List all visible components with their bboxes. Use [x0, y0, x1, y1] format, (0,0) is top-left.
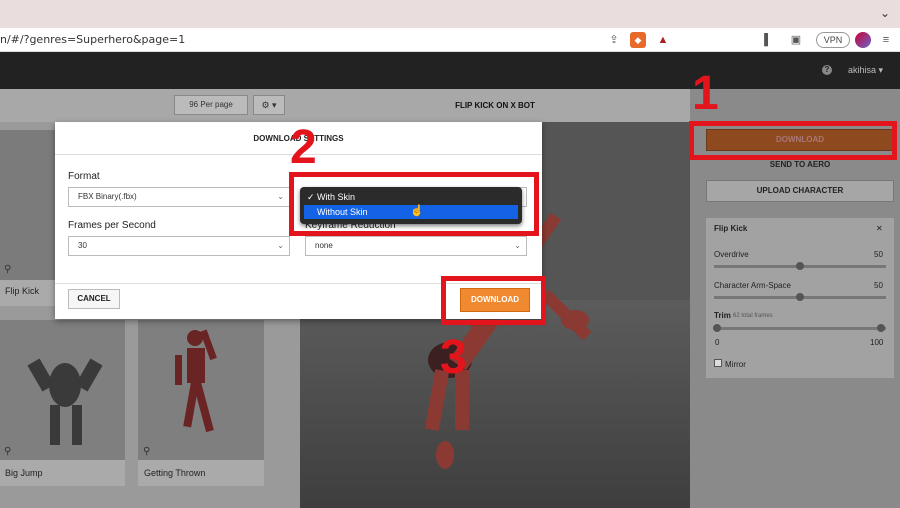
brave-shield-icon[interactable]: ◆ [630, 32, 646, 48]
wallet-icon[interactable]: ▣ [788, 32, 804, 48]
overdrive-label: Overdrive [714, 250, 749, 259]
browser-tab-strip: ⌄ [0, 0, 900, 28]
url-text[interactable]: n/#/?genres=Superhero&page=1 [0, 33, 185, 46]
trim-end-handle[interactable] [877, 324, 885, 332]
panel-title: Flip Kick [714, 224, 748, 233]
trim-slider[interactable] [714, 327, 886, 330]
keyframe-value: none [315, 241, 333, 250]
chevron-down-icon: ⌄ [277, 241, 284, 250]
overdrive-value: 50 [874, 250, 883, 259]
arm-space-slider-handle[interactable] [796, 293, 804, 301]
gear-icon[interactable]: ⚙ ▾ [253, 95, 285, 115]
profile-icon[interactable] [855, 32, 871, 48]
chevron-down-icon: ⌄ [277, 192, 284, 201]
format-select[interactable]: FBX Binary(.fbx) ⌄ [68, 187, 290, 207]
fps-label: Frames per Second [68, 220, 156, 231]
step-number-1: 1 [692, 67, 719, 120]
menu-icon[interactable]: ≡ [878, 32, 894, 48]
card-name[interactable]: Big Jump [5, 468, 43, 478]
arm-space-label: Character Arm-Space [714, 281, 791, 290]
per-page-select[interactable]: 96 Per page [174, 95, 248, 115]
rewards-icon[interactable]: ▲ [655, 32, 671, 48]
fps-select[interactable]: 30 ⌄ [68, 236, 290, 256]
character-thumbnail-icon [175, 329, 217, 433]
chevron-down-icon[interactable]: ⌄ [880, 6, 890, 20]
share-icon[interactable]: ⇪ [606, 32, 622, 48]
overdrive-slider-handle[interactable] [796, 262, 804, 270]
user-menu[interactable]: akihisa ▾ [848, 65, 883, 76]
step-number-3: 3 [440, 331, 467, 384]
arm-space-value: 50 [874, 281, 883, 290]
close-icon[interactable]: ✕ [876, 224, 883, 233]
fps-value: 30 [78, 241, 87, 250]
viewer-title: FLIP KICK ON X BOT [300, 89, 690, 122]
mirror-checkbox[interactable] [714, 359, 722, 367]
highlight-box-download [689, 121, 897, 160]
trim-frames: 62 total frames [733, 313, 773, 319]
chevron-down-icon: ⌄ [514, 241, 521, 250]
trim-min: 0 [715, 338, 720, 347]
format-value: FBX Binary(.fbx) [78, 192, 137, 201]
keyframe-select[interactable]: none ⌄ [305, 236, 527, 256]
address-bar: n/#/?genres=Superhero&page=1 ⇪ ◆ ▲ ▌ ▣ V… [0, 28, 900, 52]
card-name[interactable]: Flip Kick [5, 286, 39, 296]
help-icon[interactable]: ? [822, 65, 832, 75]
vpn-button[interactable]: VPN [816, 32, 850, 48]
trim-label: Trim [714, 311, 731, 320]
format-label: Format [68, 171, 100, 182]
character-icon: ⚲ [4, 446, 12, 457]
upload-character-button[interactable]: UPLOAD CHARACTER [706, 180, 894, 202]
character-icon: ⚲ [4, 264, 12, 275]
mirror-label: Mirror [725, 360, 746, 369]
trim-max: 100 [870, 338, 884, 347]
character-icon: ⚲ [143, 446, 151, 457]
character-thumbnail-icon [27, 358, 103, 445]
app-header [0, 52, 900, 89]
card-name[interactable]: Getting Thrown [144, 468, 205, 478]
sidebar-icon[interactable]: ▌ [760, 32, 776, 48]
highlight-box-skin-option [289, 172, 539, 236]
cancel-button[interactable]: CANCEL [68, 289, 120, 309]
highlight-box-dialog-download [441, 276, 546, 325]
trim-start-handle[interactable] [713, 324, 721, 332]
step-number-2: 2 [290, 121, 317, 174]
